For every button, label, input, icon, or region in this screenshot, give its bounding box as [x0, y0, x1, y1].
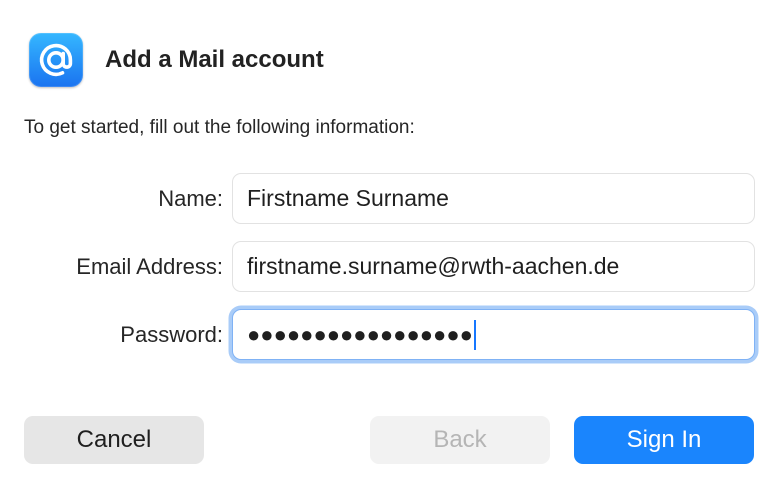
name-label: Name:: [158, 186, 223, 211]
password-field[interactable]: ●●●●●●●●●●●●●●●●●: [232, 309, 755, 360]
email-address-label: Email Address:: [76, 254, 223, 279]
email-address-field[interactable]: firstname.surname@rwth-aachen.de: [232, 241, 755, 292]
cancel-button[interactable]: Cancel: [24, 416, 204, 464]
text-caret: [473, 319, 476, 350]
password-label: Password:: [120, 322, 223, 347]
email-address-field-value: firstname.surname@rwth-aachen.de: [247, 253, 620, 279]
sign-in-button[interactable]: Sign In: [574, 416, 754, 464]
intro-text: To get started, fill out the following i…: [24, 117, 415, 138]
at-sign-icon: [29, 33, 83, 87]
back-button[interactable]: Back: [370, 416, 550, 464]
name-field[interactable]: Firstname Surname: [232, 173, 755, 224]
name-field-value: Firstname Surname: [247, 185, 449, 211]
add-mail-account-dialog: Add a Mail account To get started, fill …: [0, 0, 780, 494]
dialog-title: Add a Mail account: [105, 46, 324, 73]
password-masked-value: ●●●●●●●●●●●●●●●●●: [247, 321, 473, 347]
